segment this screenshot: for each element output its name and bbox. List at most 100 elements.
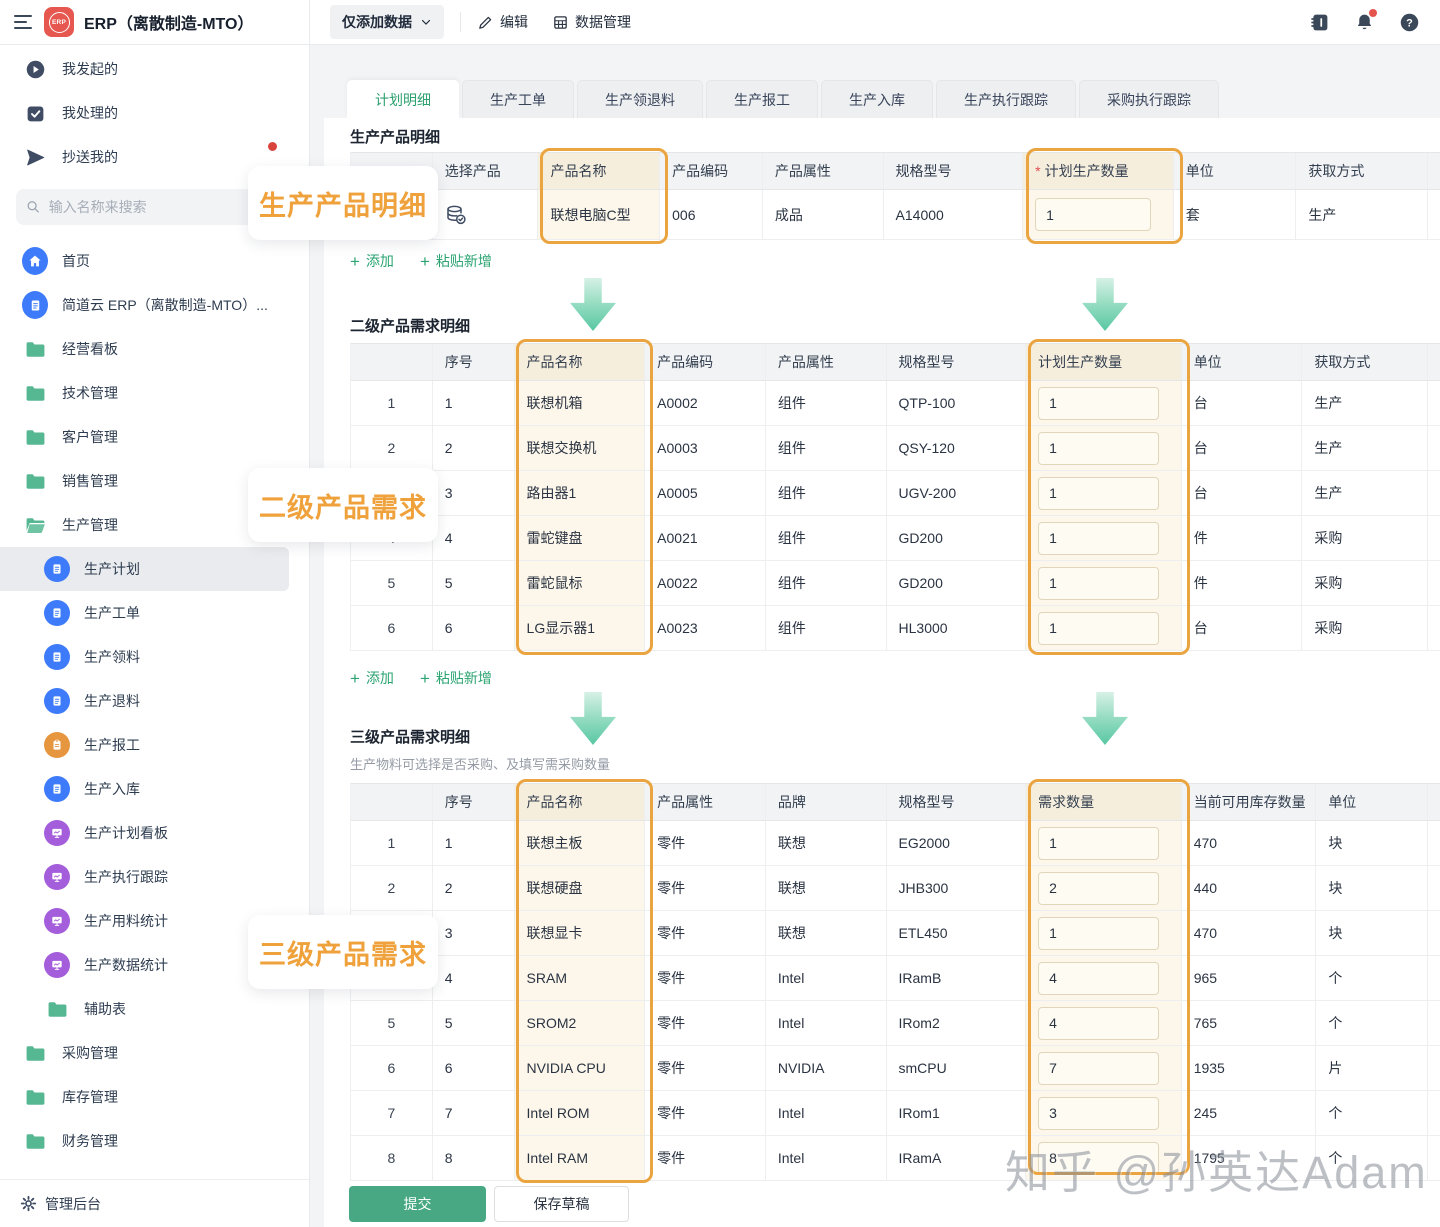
sidebar-item-finance-mgmt[interactable]: 财务管理 — [0, 1119, 309, 1163]
sidebar-item-biz-dashboard[interactable]: 经营看板 — [0, 327, 309, 371]
edit-button[interactable]: 编辑 — [477, 12, 528, 32]
sidebar-item-customer-mgmt[interactable]: 客户管理 — [0, 415, 309, 459]
sidebar-item-exec-tracking[interactable]: 生产执行跟踪 — [0, 855, 309, 899]
sidebar-item-production-picking[interactable]: 生产领料 — [0, 635, 309, 679]
demand-qty-input[interactable] — [1038, 1097, 1159, 1130]
flow-arrow-down-icon — [1082, 278, 1128, 331]
tab-work-order[interactable]: 生产工单 — [462, 80, 574, 118]
table-row: 2 2 联想硬盘 零件 联想 JHB300 440 块 — [351, 866, 1440, 911]
sidebar-item-my-initiated[interactable]: 我发起的 — [0, 47, 309, 91]
plan-qty-input[interactable] — [1035, 198, 1151, 231]
section3-title: 三级产品需求明细 — [350, 726, 470, 747]
tab-purchase-tracking[interactable]: 采购执行跟踪 — [1079, 80, 1219, 118]
col-select-product: 选择产品 — [433, 153, 539, 189]
hamburger-menu-icon[interactable] — [14, 15, 32, 29]
sidebar-item-app-erp[interactable]: 简道云 ERP（离散制造-MTO）... — [0, 283, 309, 327]
sidebar-item-home[interactable]: 首页 — [0, 239, 309, 283]
method-cell: 生产 — [1296, 190, 1428, 239]
clipboard-icon — [44, 732, 70, 758]
demand-qty-input[interactable] — [1038, 1052, 1159, 1085]
paste-add-button[interactable]: +粘贴新增 — [420, 668, 492, 688]
col-brand: 品牌 — [766, 784, 887, 820]
sidebar-item-purchase-mgmt[interactable]: 采购管理 — [0, 1031, 309, 1075]
demand-qty-input[interactable] — [1038, 962, 1159, 995]
col-unit: 单位 — [1182, 344, 1303, 380]
pencil-icon — [477, 14, 494, 31]
select-product-cell[interactable] — [433, 190, 539, 239]
col-product-name: 产品名称 — [515, 784, 646, 820]
dashboard-icon — [44, 952, 70, 978]
sidebar-item-production-plan[interactable]: 生产计划 — [0, 547, 289, 591]
data-manage-button[interactable]: 数据管理 — [552, 12, 631, 32]
demand-qty-input[interactable] — [1038, 917, 1159, 950]
tab-inbound[interactable]: 生产入库 — [821, 80, 933, 118]
sidebar-item-label: 抄送我的 — [62, 147, 118, 167]
sidebar-item-label: 生产管理 — [62, 515, 118, 535]
plan-qty-input[interactable] — [1038, 522, 1159, 555]
product-name-cell: 联想交换机 — [515, 426, 646, 470]
sidebar-item-production-report[interactable]: 生产报工 — [0, 723, 309, 767]
sidebar-item-label: 首页 — [62, 251, 90, 271]
help-button[interactable]: ? — [1399, 12, 1420, 33]
submit-button[interactable]: 提交 — [349, 1186, 486, 1222]
tab-report-work[interactable]: 生产报工 — [706, 80, 818, 118]
doc-icon — [44, 556, 70, 582]
product-name-cell: 联想显卡 — [515, 911, 646, 955]
address-book-icon — [1309, 12, 1330, 33]
product-name-cell: 联想电脑C型 — [538, 190, 660, 239]
tab-exec-tracking[interactable]: 生产执行跟踪 — [936, 80, 1076, 118]
doc-icon — [44, 644, 70, 670]
plan-qty-input[interactable] — [1038, 612, 1159, 645]
table-row: 7 7 Intel ROM 零件 Intel IRom1 245 个 — [351, 1091, 1440, 1136]
svg-text:?: ? — [1406, 17, 1413, 29]
flow-arrow-down-icon — [1082, 692, 1128, 745]
zhihu-watermark: 知乎 @孙英达Adam — [1005, 1136, 1428, 1201]
folder-open-icon — [22, 517, 48, 534]
product-name-cell: Intel ROM — [515, 1091, 646, 1135]
home-icon — [22, 247, 48, 275]
sidebar-item-aux-tables[interactable]: 辅助表 — [0, 987, 309, 1031]
plan-qty-input[interactable] — [1038, 477, 1159, 510]
sidebar-item-my-processed[interactable]: 我处理的 — [0, 91, 309, 135]
play-circle-icon — [22, 59, 48, 80]
sidebar-item-production-inbound[interactable]: 生产入库 — [0, 767, 309, 811]
admin-console-button[interactable]: 管理后台 — [0, 1179, 309, 1227]
sidebar-item-production-return[interactable]: 生产退料 — [0, 679, 309, 723]
sidebar-item-label: 生产计划看板 — [84, 823, 168, 843]
database-select-icon — [445, 204, 467, 226]
table-header: 序号 产品名称 产品编码 产品属性 规格型号 计划生产数量 单位 获取方式 — [351, 343, 1440, 381]
sidebar-item-label: 采购管理 — [62, 1043, 118, 1063]
tab-plan-detail[interactable]: 计划明细 — [347, 80, 459, 118]
sidebar-item-label: 生产执行跟踪 — [84, 867, 168, 887]
demand-qty-input[interactable] — [1038, 827, 1159, 860]
sidebar-item-tech-mgmt[interactable]: 技术管理 — [0, 371, 309, 415]
col-spec-model: 规格型号 — [887, 344, 1027, 380]
add-row-button[interactable]: +添加 — [350, 251, 394, 271]
folder-icon — [22, 1133, 48, 1150]
mode-dropdown-button[interactable]: 仅添加数据 — [330, 5, 444, 39]
sidebar-item-plan-dashboard[interactable]: 生产计划看板 — [0, 811, 309, 855]
doc-icon — [44, 776, 70, 802]
folder-icon — [22, 1089, 48, 1106]
product-name-cell: 联想硬盘 — [515, 866, 646, 910]
sidebar-item-label: 生产领料 — [84, 647, 140, 667]
tab-pick-return[interactable]: 生产领退料 — [577, 80, 703, 118]
admin-label: 管理后台 — [45, 1194, 101, 1214]
paste-add-button[interactable]: +粘贴新增 — [420, 251, 492, 271]
sidebar-item-inventory-mgmt[interactable]: 库存管理 — [0, 1075, 309, 1119]
col-product-attr: 产品属性 — [763, 153, 884, 189]
save-draft-button[interactable]: 保存草稿 — [494, 1186, 629, 1222]
topbar-right: ? — [1309, 12, 1440, 33]
sidebar-item-label: 财务管理 — [62, 1131, 118, 1151]
demand-qty-input[interactable] — [1038, 1007, 1159, 1040]
contacts-button[interactable] — [1309, 12, 1330, 33]
plan-qty-input[interactable] — [1038, 387, 1159, 420]
sidebar-item-production-workorder[interactable]: 生产工单 — [0, 591, 309, 635]
product-name-cell: Intel RAM — [515, 1136, 646, 1180]
notifications-button[interactable] — [1354, 12, 1375, 33]
add-row-button[interactable]: +添加 — [350, 668, 394, 688]
plan-qty-input[interactable] — [1038, 432, 1159, 465]
demand-qty-input[interactable] — [1038, 872, 1159, 905]
plan-qty-input[interactable] — [1038, 567, 1159, 600]
sidebar-item-label: 我处理的 — [62, 103, 118, 123]
